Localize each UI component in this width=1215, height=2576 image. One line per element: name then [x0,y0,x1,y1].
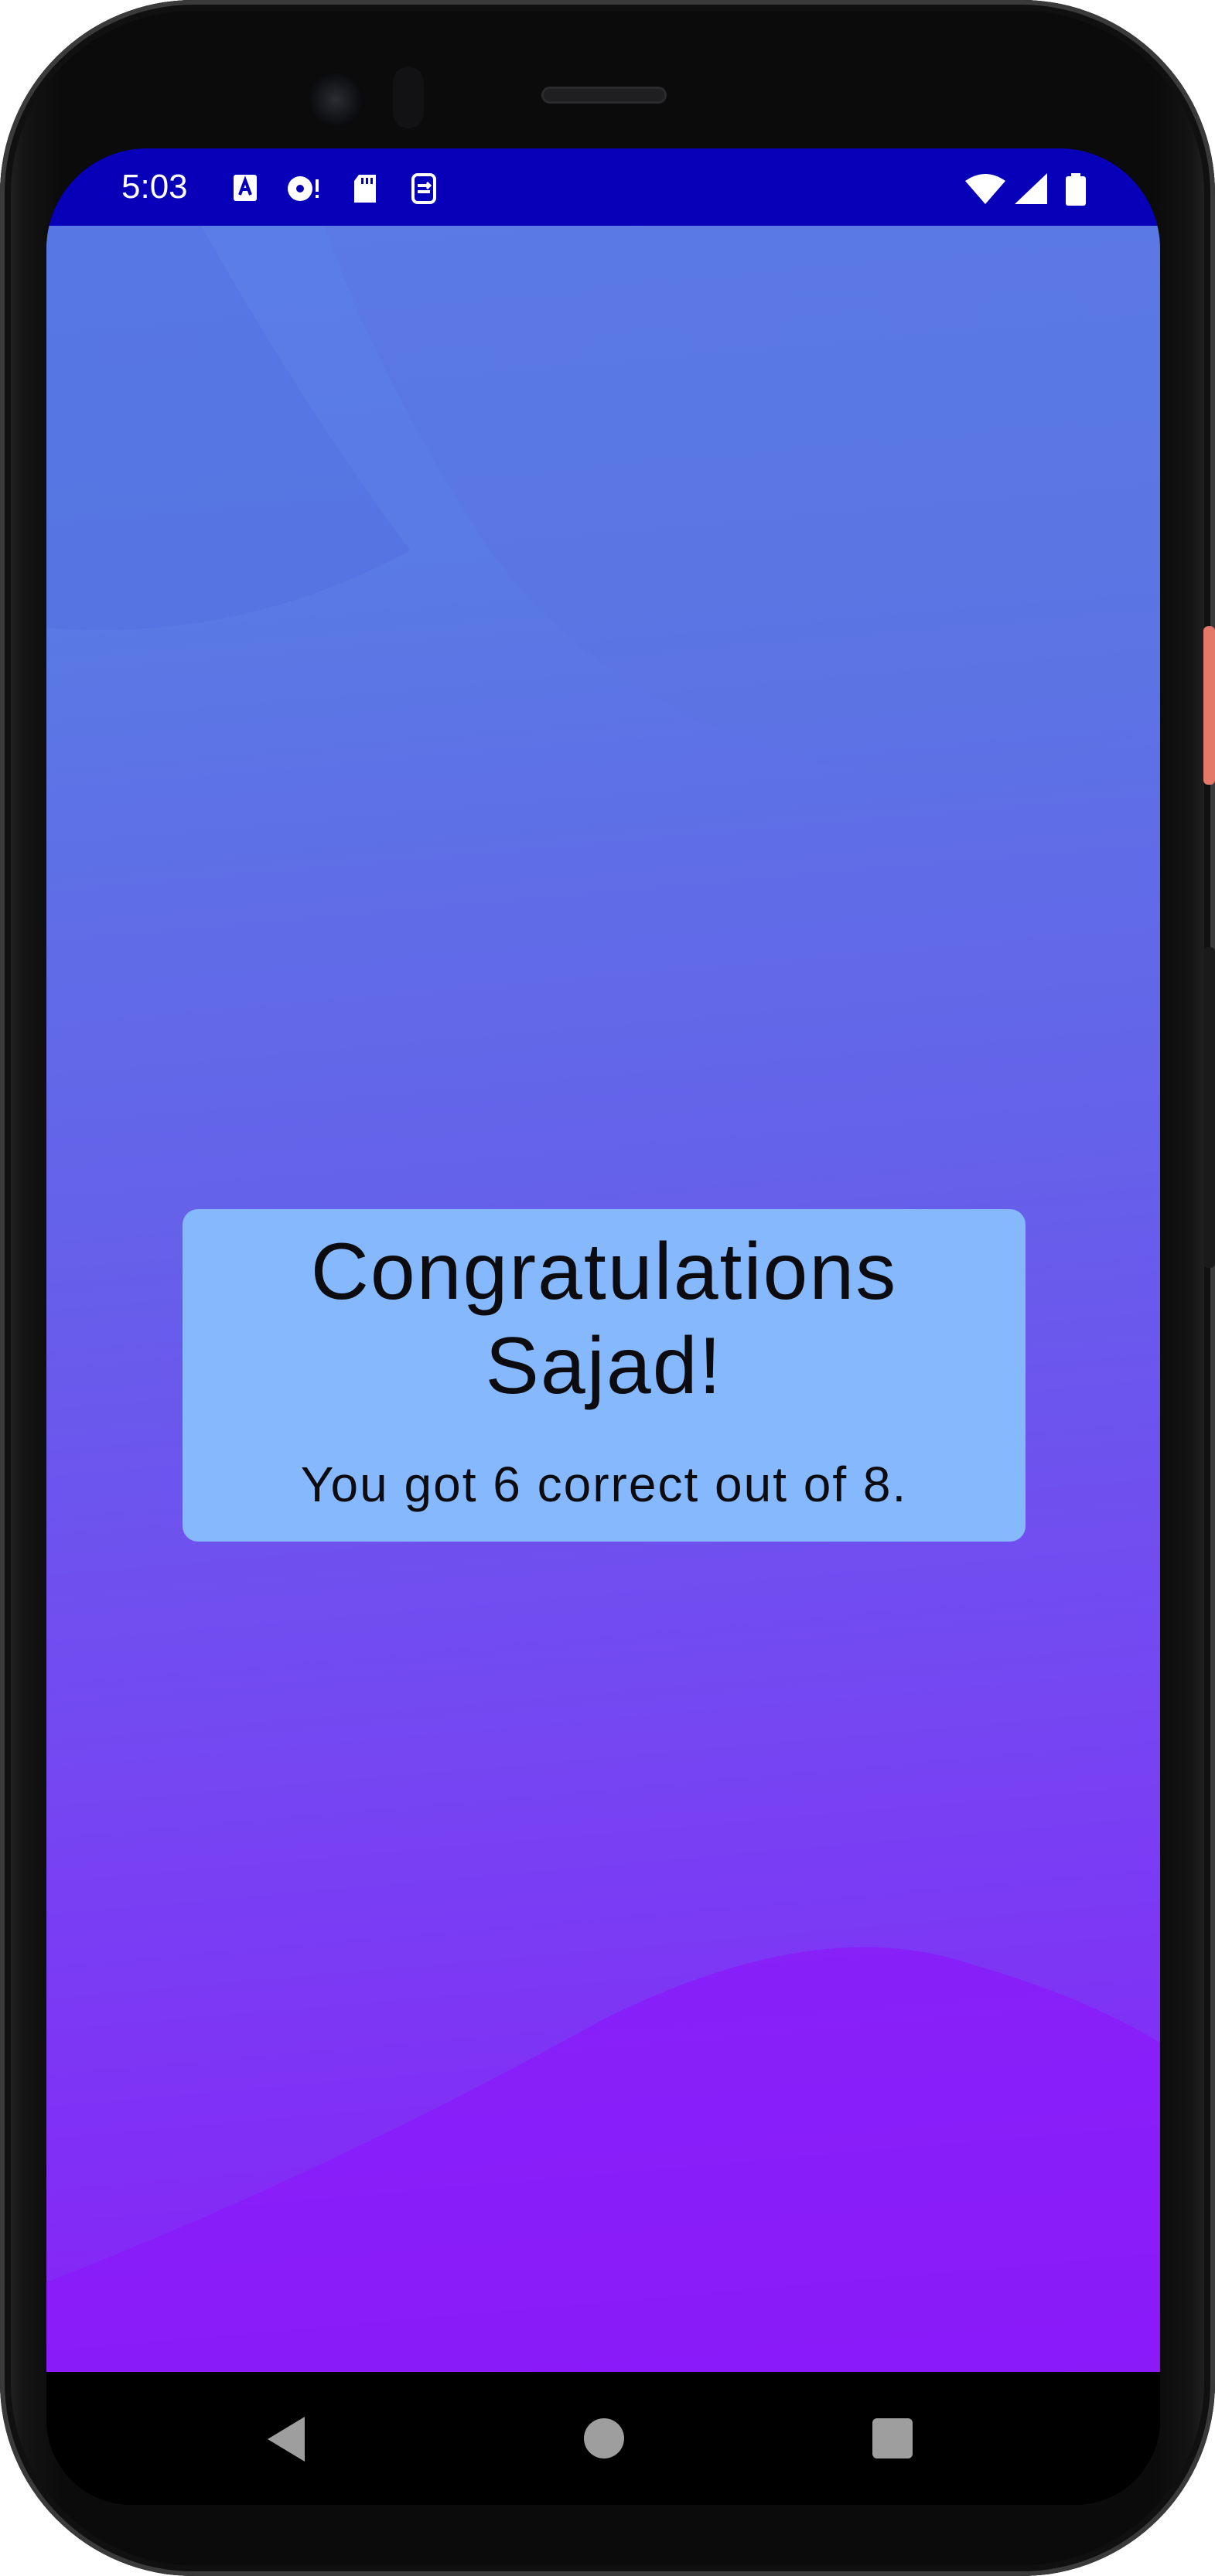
back-icon[interactable] [265,2415,308,2467]
result-screen: Congratulations Sajad! You got 6 correct… [46,226,1160,2372]
media-disc-icon [286,173,319,204]
proximity-sensor [393,66,424,128]
result-card: Congratulations Sajad! You got 6 correct… [183,1209,1026,1542]
score-text: You got 6 correct out of 8. [300,1457,908,1512]
phone-frame: 5:03 Congratulations Sajad! You got 6 co… [0,0,1215,2576]
status-bar: 5:03 [46,148,1160,226]
sd-card-icon [350,173,381,204]
power-button[interactable] [1203,626,1215,785]
accessibility-a-icon [230,173,261,204]
status-time: 5:03 [121,168,188,206]
congratulations-title: Congratulations Sajad! [183,1225,1026,1413]
recents-icon[interactable] [872,2418,913,2463]
user-name: Sajad! [485,1321,723,1411]
battery-icon [1064,173,1087,206]
screen: 5:03 Congratulations Sajad! You got 6 co… [46,148,1160,2505]
front-camera-icon [308,72,363,128]
earpiece-speaker [541,87,667,104]
volume-button[interactable] [1203,947,1215,1268]
title-line-1: Congratulations [310,1227,898,1317]
sync-icon [408,173,439,204]
cellular-signal-icon [1015,173,1049,204]
wifi-icon [964,173,1007,204]
navigation-bar [46,2372,1160,2505]
home-icon[interactable] [583,2418,625,2463]
